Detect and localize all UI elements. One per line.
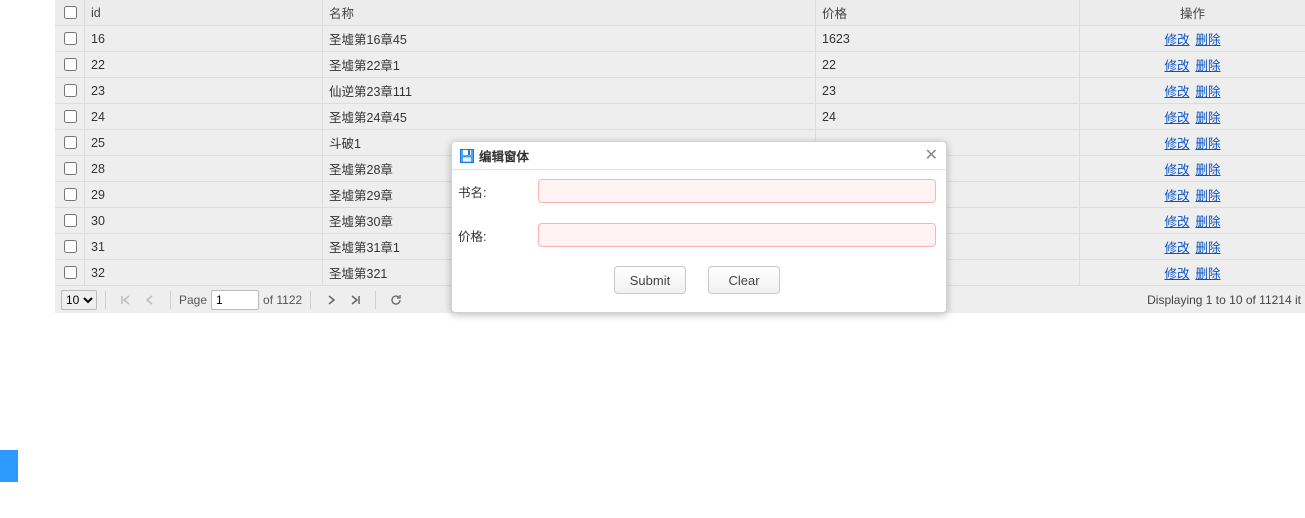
label-book-name: 书名:: [458, 182, 538, 201]
row-checkbox[interactable]: [64, 32, 77, 45]
cell-price: 23: [816, 78, 1080, 103]
cell-ops: 修改 删除: [1080, 208, 1305, 233]
cell-id: 24: [85, 104, 323, 129]
edit-link[interactable]: 修改: [1164, 237, 1189, 256]
row-checkbox[interactable]: [64, 136, 77, 149]
edit-link[interactable]: 修改: [1164, 211, 1189, 230]
delete-link[interactable]: 删除: [1196, 263, 1221, 282]
delete-link[interactable]: 删除: [1196, 55, 1221, 74]
label-price: 价格:: [458, 226, 538, 245]
cell-ops: 修改 删除: [1080, 78, 1305, 103]
header-name[interactable]: 名称: [323, 0, 816, 25]
edit-dialog: 编辑窗体 ✕ 书名: 价格: Submit Clear: [451, 141, 947, 313]
header-checkbox-cell: [55, 0, 85, 25]
row-checkbox[interactable]: [64, 84, 77, 97]
header-price[interactable]: 价格: [816, 0, 1080, 25]
pager-separator: [170, 291, 171, 309]
page-of-label: of 1122: [263, 293, 302, 307]
row-checkbox[interactable]: [64, 188, 77, 201]
refresh-icon[interactable]: [388, 292, 404, 308]
cell-ops: 修改 删除: [1080, 130, 1305, 155]
cell-id: 30: [85, 208, 323, 233]
cell-id: 23: [85, 78, 323, 103]
delete-link[interactable]: 删除: [1196, 211, 1221, 230]
clear-button[interactable]: Clear: [708, 266, 780, 294]
cell-id: 29: [85, 182, 323, 207]
dialog-title: 编辑窗体: [479, 146, 529, 165]
cell-ops: 修改 删除: [1080, 182, 1305, 207]
cell-ops: 修改 删除: [1080, 52, 1305, 77]
delete-link[interactable]: 删除: [1196, 107, 1221, 126]
input-price[interactable]: [538, 223, 936, 247]
prev-page-icon[interactable]: [142, 292, 158, 308]
cell-price: 24: [816, 104, 1080, 129]
next-page-icon[interactable]: [323, 292, 339, 308]
delete-link[interactable]: 删除: [1196, 133, 1221, 152]
page-label: Page: [179, 293, 207, 307]
edit-link[interactable]: 修改: [1164, 29, 1189, 48]
cell-ops: 修改 删除: [1080, 234, 1305, 259]
edit-link[interactable]: 修改: [1164, 159, 1189, 178]
row-checkbox[interactable]: [64, 58, 77, 71]
row-checkbox[interactable]: [64, 240, 77, 253]
cell-id: 28: [85, 156, 323, 181]
pager-separator: [375, 291, 376, 309]
pager-separator: [105, 291, 106, 309]
cell-id: 16: [85, 26, 323, 51]
edit-link[interactable]: 修改: [1164, 55, 1189, 74]
form-row-price: 价格:: [458, 222, 936, 248]
delete-link[interactable]: 删除: [1196, 81, 1221, 100]
first-page-icon[interactable]: [118, 292, 134, 308]
row-checkbox[interactable]: [64, 162, 77, 175]
table-row[interactable]: 16 圣墟第16章45 1623 修改 删除: [55, 26, 1305, 52]
delete-link[interactable]: 删除: [1196, 159, 1221, 178]
page-number-input[interactable]: [211, 290, 259, 310]
edit-link[interactable]: 修改: [1164, 81, 1189, 100]
cell-name: 圣墟第16章45: [323, 26, 816, 51]
cell-name: 圣墟第22章1: [323, 52, 816, 77]
delete-link[interactable]: 删除: [1196, 185, 1221, 204]
edit-link[interactable]: 修改: [1164, 185, 1189, 204]
dialog-buttons: Submit Clear: [458, 266, 936, 294]
display-info: Displaying 1 to 10 of 11214 it: [1147, 293, 1301, 307]
dialog-body: 书名: 价格: Submit Clear: [452, 170, 946, 312]
input-book-name[interactable]: [538, 179, 936, 203]
edit-link[interactable]: 修改: [1164, 107, 1189, 126]
cell-name: 仙逆第23章111: [323, 78, 816, 103]
cell-ops: 修改 删除: [1080, 260, 1305, 285]
close-icon[interactable]: ✕: [925, 148, 938, 164]
submit-button[interactable]: Submit: [614, 266, 686, 294]
select-all-checkbox[interactable]: [64, 6, 77, 19]
cell-price: 1623: [816, 26, 1080, 51]
cell-ops: 修改 删除: [1080, 104, 1305, 129]
table-row[interactable]: 22 圣墟第22章1 22 修改 删除: [55, 52, 1305, 78]
save-icon: [460, 149, 474, 163]
cell-price: 22: [816, 52, 1080, 77]
header-ops[interactable]: 操作: [1080, 0, 1305, 25]
pager-separator: [310, 291, 311, 309]
table-row[interactable]: 23 仙逆第23章111 23 修改 删除: [55, 78, 1305, 104]
cell-ops: 修改 删除: [1080, 26, 1305, 51]
edit-link[interactable]: 修改: [1164, 133, 1189, 152]
table-row[interactable]: 24 圣墟第24章45 24 修改 删除: [55, 104, 1305, 130]
page-size-select[interactable]: 10: [61, 290, 97, 310]
dialog-header[interactable]: 编辑窗体 ✕: [452, 142, 946, 170]
cell-id: 31: [85, 234, 323, 259]
cell-id: 25: [85, 130, 323, 155]
edit-link[interactable]: 修改: [1164, 263, 1189, 282]
form-row-name: 书名:: [458, 178, 936, 204]
row-checkbox[interactable]: [64, 214, 77, 227]
left-accent-bar: [0, 450, 18, 482]
row-checkbox[interactable]: [64, 110, 77, 123]
header-id[interactable]: id: [85, 0, 323, 25]
grid-header-row: id 名称 价格 操作: [55, 0, 1305, 26]
last-page-icon[interactable]: [347, 292, 363, 308]
delete-link[interactable]: 删除: [1196, 29, 1221, 48]
delete-link[interactable]: 删除: [1196, 237, 1221, 256]
row-checkbox[interactable]: [64, 266, 77, 279]
cell-id: 22: [85, 52, 323, 77]
cell-ops: 修改 删除: [1080, 156, 1305, 181]
cell-id: 32: [85, 260, 323, 285]
cell-name: 圣墟第24章45: [323, 104, 816, 129]
